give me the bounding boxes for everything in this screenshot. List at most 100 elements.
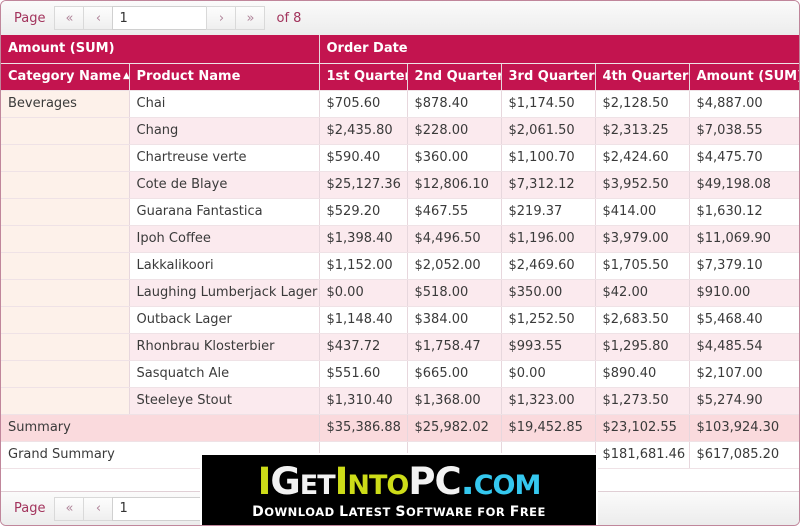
cell-category-name[interactable] (1, 198, 130, 226)
cell-amount-sum[interactable]: $1,630.12 (689, 198, 799, 226)
cell-q2[interactable]: $1,368.00 (407, 387, 502, 415)
cell-q1[interactable]: $1,148.40 (319, 306, 408, 334)
cell-q2[interactable]: $518.00 (407, 279, 502, 307)
cell-product-name[interactable]: Outback Lager (129, 306, 320, 334)
cell-q2[interactable]: $4,496.50 (407, 225, 502, 253)
prev-page-button[interactable]: ‹ (83, 6, 114, 30)
cell-q3[interactable]: $0.00 (501, 360, 596, 388)
cell-amount-sum[interactable]: $2,107.00 (689, 360, 799, 388)
page-number-input-bottom[interactable] (112, 496, 208, 521)
cell-q1[interactable]: $25,127.36 (319, 171, 408, 199)
cell-product-name[interactable]: Lakkalikoori (129, 252, 320, 280)
cell-q2[interactable]: $1,758.47 (407, 333, 502, 361)
cell-product-name[interactable]: Guarana Fantastica (129, 198, 320, 226)
next-page-button[interactable]: › (206, 6, 237, 30)
cell-category-name[interactable] (1, 117, 130, 145)
cell-category-name[interactable]: Beverages (1, 90, 130, 118)
table-row[interactable]: Lakkalikoori $1,152.00 $2,052.00 $2,469.60 $… (1, 252, 799, 280)
cell-q1[interactable]: $437.72 (319, 333, 408, 361)
cell-amount-sum[interactable]: $4,475.70 (689, 144, 799, 172)
cell-q2[interactable]: $665.00 (407, 360, 502, 388)
cell-q3[interactable]: $1,252.50 (501, 306, 596, 334)
first-page-button[interactable]: « (54, 6, 85, 30)
cell-q4[interactable]: $3,952.50 (595, 171, 690, 199)
cell-amount-sum[interactable]: $4,887.00 (689, 90, 799, 118)
first-page-button-bottom[interactable]: « (54, 496, 85, 521)
cell-amount-sum[interactable]: $7,379.10 (689, 252, 799, 280)
table-row[interactable]: Sasquatch Ale $551.60 $665.00 $0.00 $890.40 $… (1, 360, 799, 388)
cell-q2[interactable]: $467.55 (407, 198, 502, 226)
cell-category-name[interactable] (1, 225, 130, 253)
cell-q2[interactable]: $878.40 (407, 90, 502, 118)
cell-amount-sum[interactable]: $5,468.40 (689, 306, 799, 334)
table-row[interactable]: Laughing Lumberjack Lager $0.00 $518.00 $35… (1, 279, 799, 307)
cell-category-name[interactable] (1, 333, 130, 361)
cell-q4[interactable]: $2,128.50 (595, 90, 690, 118)
cell-q1[interactable]: $529.20 (319, 198, 408, 226)
cell-amount-sum[interactable]: $4,485.54 (689, 333, 799, 361)
cell-q4[interactable]: $2,424.60 (595, 144, 690, 172)
cell-category-name[interactable] (1, 144, 130, 172)
table-row[interactable]: Guarana Fantastica $529.20 $467.55 $219.37 $… (1, 198, 799, 226)
sort-ascending-icon[interactable]: ▲ (123, 71, 128, 81)
last-page-button[interactable]: » (235, 6, 266, 30)
column-header-product-name[interactable]: Product Name (129, 63, 320, 91)
cell-q4[interactable]: $1,705.50 (595, 252, 690, 280)
cell-category-name[interactable] (1, 279, 130, 307)
cell-q1[interactable]: $590.40 (319, 144, 408, 172)
cell-q2[interactable]: $12,806.10 (407, 171, 502, 199)
cell-q3[interactable]: $2,469.60 (501, 252, 596, 280)
cell-q3[interactable]: $1,174.50 (501, 90, 596, 118)
cell-q1[interactable]: $1,152.00 (319, 252, 408, 280)
cell-q2[interactable]: $360.00 (407, 144, 502, 172)
page-number-input[interactable] (112, 6, 208, 30)
cell-product-name[interactable]: Ipoh Coffee (129, 225, 320, 253)
cell-amount-sum[interactable]: $7,038.55 (689, 117, 799, 145)
cell-product-name[interactable]: Chang (129, 117, 320, 145)
cell-category-name[interactable] (1, 360, 130, 388)
cell-amount-sum[interactable]: $5,274.90 (689, 387, 799, 415)
cell-product-name[interactable]: Cote de Blaye (129, 171, 320, 199)
table-row[interactable]: Cote de Blaye $25,127.36 $12,806.10 $7,312.… (1, 171, 799, 199)
cell-q4[interactable]: $890.40 (595, 360, 690, 388)
column-header-category-name[interactable]: Category Name▲ (1, 63, 130, 91)
column-header-q1[interactable]: 1st Quarter (319, 63, 408, 91)
cell-q1[interactable]: $0.00 (319, 279, 408, 307)
cell-product-name[interactable]: Laughing Lumberjack Lager (129, 279, 320, 307)
band-dimension-header[interactable]: Order Date (319, 35, 799, 64)
cell-product-name[interactable]: Sasquatch Ale (129, 360, 320, 388)
cell-q4[interactable]: $1,295.80 (595, 333, 690, 361)
cell-amount-sum[interactable]: $49,198.08 (689, 171, 799, 199)
cell-amount-sum[interactable]: $910.00 (689, 279, 799, 307)
cell-q3[interactable]: $1,100.70 (501, 144, 596, 172)
column-header-q3[interactable]: 3rd Quarter (501, 63, 596, 91)
cell-product-name[interactable]: Chai (129, 90, 320, 118)
column-header-q2[interactable]: 2nd Quarter (407, 63, 502, 91)
cell-product-name[interactable]: Rhonbrau Klosterbier (129, 333, 320, 361)
cell-q3[interactable]: $350.00 (501, 279, 596, 307)
cell-q4[interactable]: $1,273.50 (595, 387, 690, 415)
cell-q2[interactable]: $228.00 (407, 117, 502, 145)
cell-q3[interactable]: $219.37 (501, 198, 596, 226)
band-measure-header[interactable]: Amount (SUM) (1, 35, 320, 64)
table-row[interactable]: Chang $2,435.80 $228.00 $2,061.50 $2,313.25 $… (1, 117, 799, 145)
table-row[interactable]: Outback Lager $1,148.40 $384.00 $1,252.50 $2… (1, 306, 799, 334)
cell-category-name[interactable] (1, 306, 130, 334)
cell-category-name[interactable] (1, 171, 130, 199)
column-header-q4[interactable]: 4th Quarter (595, 63, 690, 91)
cell-q3[interactable]: $993.55 (501, 333, 596, 361)
prev-page-button-bottom[interactable]: ‹ (83, 496, 114, 521)
table-row[interactable]: Chartreuse verte $590.40 $360.00 $1,100.70 $… (1, 144, 799, 172)
table-row[interactable]: Beverages Chai $705.60 $878.40 $1,174.50 $2,1… (1, 90, 799, 118)
cell-product-name[interactable]: Steeleye Stout (129, 387, 320, 415)
cell-q1[interactable]: $2,435.80 (319, 117, 408, 145)
cell-q2[interactable]: $2,052.00 (407, 252, 502, 280)
column-header-amount-sum[interactable]: Amount (SUM) (689, 63, 799, 91)
cell-q1[interactable]: $1,310.40 (319, 387, 408, 415)
cell-q4[interactable]: $2,313.25 (595, 117, 690, 145)
cell-category-name[interactable] (1, 252, 130, 280)
cell-q1[interactable]: $551.60 (319, 360, 408, 388)
cell-q3[interactable]: $1,196.00 (501, 225, 596, 253)
cell-q1[interactable]: $705.60 (319, 90, 408, 118)
cell-product-name[interactable]: Chartreuse verte (129, 144, 320, 172)
